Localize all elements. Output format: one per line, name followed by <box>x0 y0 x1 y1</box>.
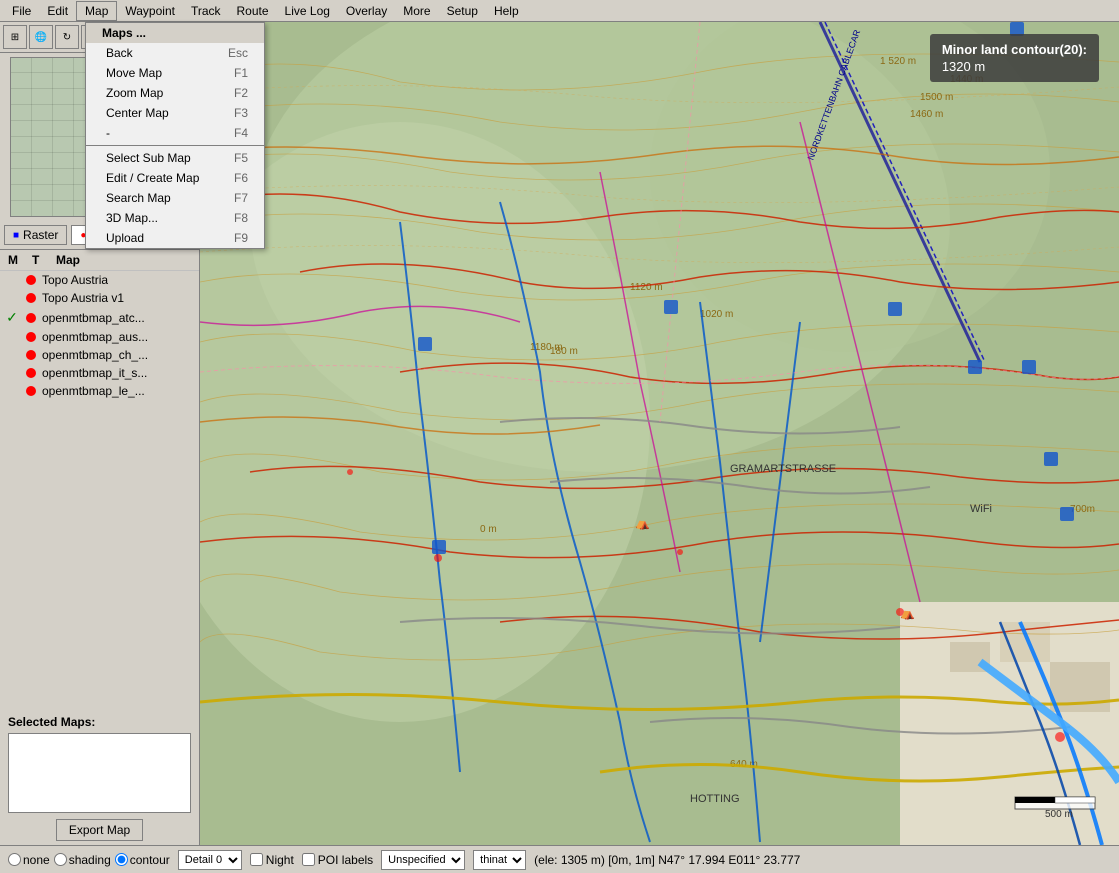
export-map-button[interactable]: Export Map <box>56 819 143 841</box>
menu-livelog[interactable]: Live Log <box>277 2 338 20</box>
svg-text:500 m: 500 m <box>1045 809 1073 820</box>
map-row-3[interactable]: openmtbmap_aus... <box>0 328 199 346</box>
menu-setup[interactable]: Setup <box>439 2 486 20</box>
menu-help[interactable]: Help <box>486 2 527 20</box>
svg-text:⛺: ⛺ <box>900 606 915 620</box>
map-list-header: M T Map <box>0 250 199 271</box>
unspecified-select[interactable]: Unspecified <box>381 850 465 870</box>
map-name-0: Topo Austria <box>42 273 108 287</box>
poi-option: POI labels <box>302 853 373 867</box>
radio-shading[interactable] <box>54 853 67 866</box>
svg-text:180 m: 180 m <box>550 346 578 357</box>
menu-track[interactable]: Track <box>183 2 229 20</box>
map-name-2: openmtbmap_atc... <box>42 311 145 325</box>
col-m: M <box>8 253 24 267</box>
toolbar-refresh-btn[interactable]: ↻ <box>55 25 79 49</box>
svg-text:1020 m: 1020 m <box>700 309 733 320</box>
dropdown-back[interactable]: BackEsc <box>86 43 264 63</box>
user-select[interactable]: thinat <box>473 850 526 870</box>
dropdown-move-map[interactable]: Move MapF1 <box>86 63 264 83</box>
map-type-2 <box>24 311 38 325</box>
menu-map[interactable]: Map <box>76 1 117 21</box>
terrain-options: none shading contour <box>8 853 170 867</box>
map-row-5[interactable]: openmtbmap_it_s... <box>0 364 199 382</box>
svg-text:1 520 m: 1 520 m <box>880 56 916 67</box>
selected-maps-box <box>8 733 191 813</box>
map-type-3 <box>24 330 38 344</box>
svg-text:WiFi: WiFi <box>970 503 992 515</box>
dropdown-f4[interactable]: -F4 <box>86 123 264 143</box>
map-name-3: openmtbmap_aus... <box>42 330 148 344</box>
col-t: T <box>32 253 48 267</box>
night-label: Night <box>266 853 294 867</box>
map-type-6 <box>24 384 38 398</box>
menu-more[interactable]: More <box>395 2 438 20</box>
map-row-1[interactable]: Topo Austria v1 <box>0 289 199 307</box>
night-option: Night <box>250 853 294 867</box>
map-type-1 <box>24 291 38 305</box>
poi-checkbox[interactable] <box>302 853 315 866</box>
tab-raster-label: Raster <box>23 228 58 242</box>
toolbar-grid-btn[interactable]: ⊞ <box>3 25 27 49</box>
radio-none[interactable] <box>8 853 21 866</box>
poi-label: POI labels <box>318 853 373 867</box>
svg-text:1500 m: 1500 m <box>920 92 953 103</box>
dropdown-select-sub-map[interactable]: Select Sub MapF5 <box>86 148 264 168</box>
menu-bar: File Edit Map Waypoint Track Route Live … <box>0 0 1119 22</box>
map-row-2[interactable]: ✓ openmtbmap_atc... <box>0 307 199 328</box>
selected-maps-label: Selected Maps: <box>0 711 199 731</box>
map-name-4: openmtbmap_ch_... <box>42 348 148 362</box>
map-check-2: ✓ <box>4 309 20 326</box>
menu-file[interactable]: File <box>4 2 39 20</box>
tab-raster[interactable]: ■ Raster <box>4 225 67 245</box>
map-name-5: openmtbmap_it_s... <box>42 366 147 380</box>
menu-waypoint[interactable]: Waypoint <box>117 2 183 20</box>
dropdown-3d-map[interactable]: 3D Map...F8 <box>86 208 264 228</box>
dropdown-zoom-map[interactable]: Zoom MapF2 <box>86 83 264 103</box>
detail-select[interactable]: Detail 0 <box>178 850 242 870</box>
toolbar-web-btn[interactable]: 🌐 <box>29 25 53 49</box>
dropdown-center-map[interactable]: Center MapF3 <box>86 103 264 123</box>
raster-icon: ■ <box>13 230 19 241</box>
topo-map: 1 520 m 1500 m 1440 m 1460 m 1120 m 1180… <box>200 22 1119 845</box>
map-list: Topo Austria Topo Austria v1 ✓ openmtbma… <box>0 271 199 711</box>
menu-edit[interactable]: Edit <box>39 2 76 20</box>
radio-shading-label[interactable]: shading <box>54 853 111 867</box>
status-bar: none shading contour Detail 0 Night POI … <box>0 845 1119 873</box>
radio-contour-label[interactable]: contour <box>115 853 170 867</box>
map-view[interactable]: 1 520 m 1500 m 1440 m 1460 m 1120 m 1180… <box>200 22 1119 845</box>
menu-route[interactable]: Route <box>229 2 277 20</box>
dropdown-title: Maps ... <box>86 23 264 43</box>
map-type-0 <box>24 273 38 287</box>
svg-text:0 m: 0 m <box>480 524 497 535</box>
dropdown-search-map[interactable]: Search MapF7 <box>86 188 264 208</box>
map-row-6[interactable]: openmtbmap_le_... <box>0 382 199 400</box>
map-type-4 <box>24 348 38 362</box>
dropdown-upload[interactable]: UploadF9 <box>86 228 264 248</box>
map-row-4[interactable]: openmtbmap_ch_... <box>0 346 199 364</box>
svg-text:1460 m: 1460 m <box>910 109 943 120</box>
radio-contour[interactable] <box>115 853 128 866</box>
map-row-0[interactable]: Topo Austria <box>0 271 199 289</box>
coords-text: (ele: 1305 m) [0m, 1m] N47° 17.994 E011°… <box>534 853 800 867</box>
night-checkbox[interactable] <box>250 853 263 866</box>
map-dropdown-menu: Maps ... BackEsc Move MapF1 Zoom MapF2 C… <box>85 22 265 249</box>
svg-text:HOTTING: HOTTING <box>690 793 740 805</box>
radio-none-label[interactable]: none <box>8 853 50 867</box>
map-name-6: openmtbmap_le_... <box>42 384 145 398</box>
col-map: Map <box>56 253 80 267</box>
map-name-1: Topo Austria v1 <box>42 291 124 305</box>
map-type-5 <box>24 366 38 380</box>
svg-text:GRAMARTSTRASSE: GRAMARTSTRASSE <box>730 463 836 475</box>
svg-text:1440 m: 1440 m <box>950 74 983 85</box>
svg-text:⛺: ⛺ <box>635 516 650 530</box>
menu-overlay[interactable]: Overlay <box>338 2 395 20</box>
dropdown-edit-create-map[interactable]: Edit / Create MapF6 <box>86 168 264 188</box>
